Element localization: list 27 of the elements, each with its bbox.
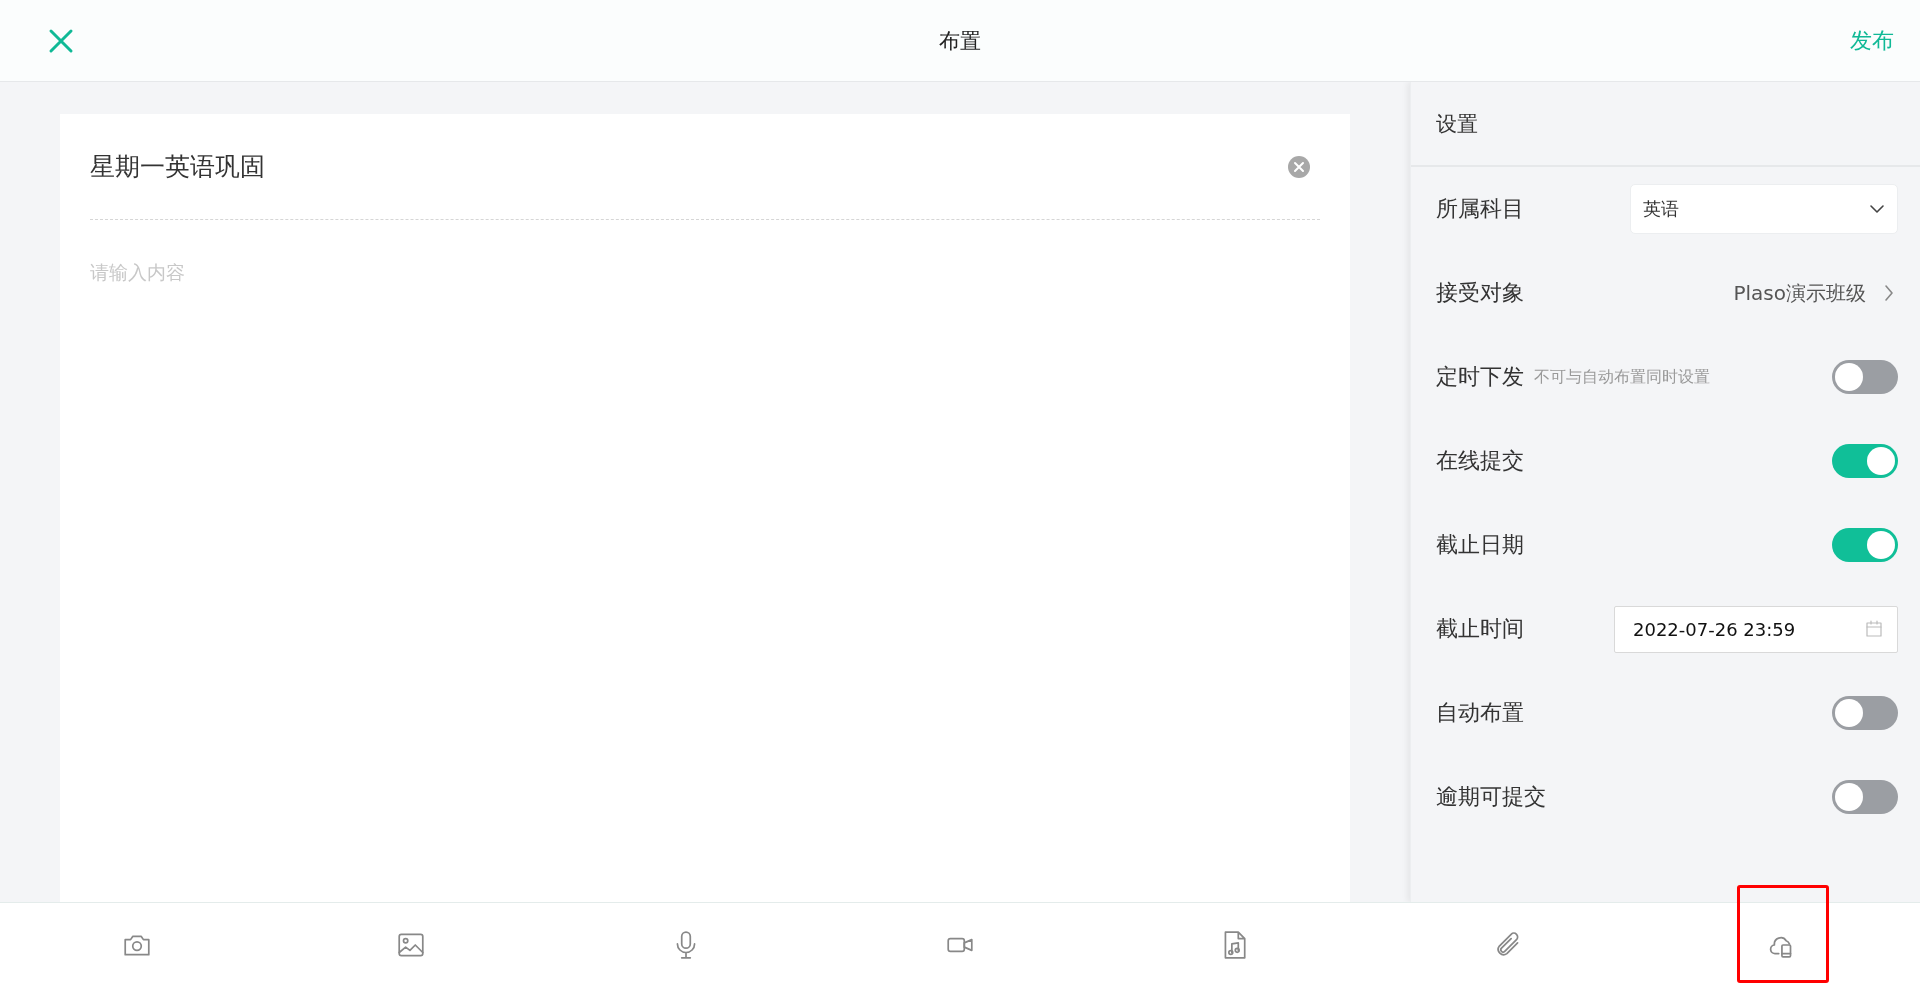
subject-dropdown[interactable]: 英语: [1630, 184, 1898, 234]
page-title: 布置: [939, 27, 981, 55]
toggle-switch[interactable]: [1832, 780, 1898, 814]
setting-label: 定时下发: [1436, 363, 1524, 391]
clear-button[interactable]: [1288, 155, 1310, 178]
toggle-switch[interactable]: [1832, 528, 1898, 562]
panel-title: 设置: [1436, 110, 1478, 138]
toggle-switch[interactable]: [1832, 444, 1898, 478]
close-icon: [48, 27, 74, 54]
setting-hint: 不可与自动布置同时设置: [1534, 366, 1710, 388]
setting-label: 所属科目: [1436, 195, 1524, 223]
date-field[interactable]: 2022-07-26 23:59: [1614, 605, 1898, 653]
setting-label: 接受对象: [1436, 279, 1524, 307]
setting-label: 自动布置: [1436, 699, 1524, 727]
setting-label: 截止时间: [1436, 615, 1524, 643]
calendar-icon: [1865, 620, 1883, 638]
toggle-switch[interactable]: [1832, 360, 1898, 394]
image-icon: [396, 930, 427, 960]
setting-label: 截止日期: [1436, 531, 1524, 559]
toggle-switch[interactable]: [1832, 696, 1898, 730]
homework-title[interactable]: 星期一英语巩固: [90, 150, 265, 183]
chevron-down-icon: [1869, 204, 1885, 214]
clear-icon: [1288, 155, 1310, 178]
chevron-right-icon: [1884, 284, 1894, 302]
setting-label: 逾期可提交: [1436, 783, 1546, 811]
setting-label: 在线提交: [1436, 447, 1524, 475]
recipient-link[interactable]: Plaso演示班级: [1733, 279, 1898, 307]
